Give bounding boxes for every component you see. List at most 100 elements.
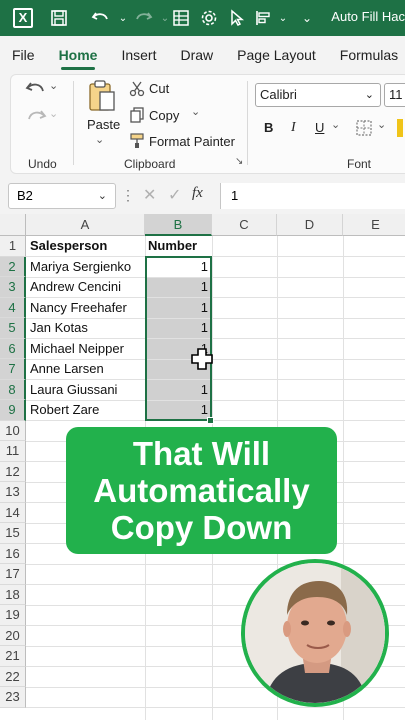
paste-icon[interactable] bbox=[87, 79, 117, 118]
row-header[interactable]: 6 bbox=[0, 338, 26, 359]
ribbon-redo-icon[interactable] bbox=[25, 107, 47, 132]
cell-b1[interactable]: Number bbox=[148, 236, 210, 257]
row-header[interactable]: 12 bbox=[0, 461, 26, 482]
fill-handle[interactable] bbox=[207, 417, 214, 424]
ribbon-redo-dropdown-icon[interactable]: ⌄ bbox=[49, 107, 58, 120]
row-header[interactable]: 21 bbox=[0, 646, 26, 667]
row-header[interactable]: 20 bbox=[0, 625, 26, 646]
tab-draw[interactable]: Draw bbox=[168, 36, 225, 74]
tab-insert[interactable]: Insert bbox=[109, 36, 168, 74]
ribbon-separator bbox=[247, 81, 248, 165]
cell-a9[interactable]: Robert Zare bbox=[30, 400, 143, 421]
row-header[interactable]: 11 bbox=[0, 441, 26, 462]
select-all-corner[interactable] bbox=[0, 214, 26, 236]
font-name-dropdown-icon[interactable]: ⌄ bbox=[365, 84, 374, 106]
more-options-icon[interactable]: ⋮ bbox=[121, 187, 135, 204]
clipboard-launcher-icon[interactable]: ↘ bbox=[235, 156, 243, 167]
bold-button[interactable]: B bbox=[264, 120, 273, 135]
font-name-value: Calibri bbox=[260, 87, 297, 102]
save-icon[interactable] bbox=[44, 3, 74, 33]
format-painter-button[interactable]: Format Painter bbox=[149, 134, 235, 149]
tab-home[interactable]: Home bbox=[47, 36, 110, 74]
presenter-avatar bbox=[241, 559, 389, 707]
row-header[interactable]: 3 bbox=[0, 277, 26, 298]
copy-dropdown-icon[interactable]: ⌄ bbox=[191, 105, 200, 118]
row-header[interactable]: 22 bbox=[0, 666, 26, 687]
cell-a5[interactable]: Jan Kotas bbox=[30, 318, 143, 339]
row-header[interactable]: 23 bbox=[0, 687, 26, 708]
insert-function-icon[interactable]: fx bbox=[192, 185, 203, 202]
fill-color-icon[interactable] bbox=[397, 119, 403, 137]
ribbon-undo-dropdown-icon[interactable]: ⌄ bbox=[49, 79, 58, 92]
borders-icon[interactable] bbox=[355, 119, 373, 142]
selection-border bbox=[145, 256, 212, 421]
formula-input[interactable]: 1 bbox=[220, 183, 405, 209]
underline-button[interactable]: U bbox=[315, 120, 324, 135]
row-header[interactable]: 2 bbox=[0, 256, 26, 277]
gear-icon[interactable] bbox=[194, 3, 224, 33]
row-header[interactable]: 16 bbox=[0, 543, 26, 564]
cell-a1[interactable]: Salesperson bbox=[30, 236, 143, 257]
borders-dropdown-icon[interactable]: ⌄ bbox=[377, 118, 386, 131]
ribbon: ⌄ ⌄ Undo Paste ⌄ Cut Copy ⌄ Format Paint… bbox=[0, 74, 405, 178]
enter-check-icon[interactable]: ✓ bbox=[168, 185, 181, 205]
customize-toolbar-icon[interactable]: ⌄ bbox=[292, 3, 322, 33]
cancel-icon[interactable]: ✕ bbox=[143, 185, 156, 205]
cell-a7[interactable]: Anne Larsen bbox=[30, 359, 143, 380]
font-name-select[interactable]: Calibri ⌄ bbox=[255, 83, 381, 107]
row-header[interactable]: 10 bbox=[0, 420, 26, 441]
row-header[interactable]: 7 bbox=[0, 359, 26, 380]
row-header[interactable]: 8 bbox=[0, 379, 26, 400]
ribbon-panel: ⌄ ⌄ Undo Paste ⌄ Cut Copy ⌄ Format Paint… bbox=[10, 74, 405, 174]
row-header[interactable]: 9 bbox=[0, 400, 26, 421]
row-header[interactable]: 19 bbox=[0, 605, 26, 626]
clipboard-group-label: Clipboard bbox=[124, 157, 176, 171]
cut-button[interactable]: Cut bbox=[149, 81, 169, 96]
name-box[interactable]: B2 ⌄ bbox=[8, 183, 116, 209]
copy-icon bbox=[129, 107, 145, 128]
tab-page-layout[interactable]: Page Layout bbox=[225, 36, 328, 74]
name-box-dropdown-icon[interactable]: ⌄ bbox=[98, 184, 107, 208]
title-bar: X ⌄ ⌄ ⌄ ⌄ Auto Fill Hac bbox=[0, 0, 405, 36]
caption-callout: That Will Automatically Copy Down bbox=[66, 427, 337, 554]
cell-a4[interactable]: Nancy Freehafer bbox=[30, 298, 143, 319]
column-header-c[interactable]: C bbox=[212, 214, 277, 236]
ribbon-tabs: File Home Insert Draw Page Layout Formul… bbox=[0, 36, 405, 74]
row-header[interactable]: 4 bbox=[0, 297, 26, 318]
form-icon[interactable] bbox=[166, 3, 196, 33]
font-group-label: Font bbox=[347, 157, 372, 171]
column-header-a[interactable]: A bbox=[26, 214, 145, 236]
row-header[interactable]: 13 bbox=[0, 482, 26, 503]
cell-a2[interactable]: Mariya Sergienko bbox=[30, 257, 143, 278]
column-header-e[interactable]: E bbox=[343, 214, 405, 236]
presenter-portrait-icon bbox=[245, 563, 385, 703]
gridline bbox=[26, 563, 405, 565]
ribbon-undo-icon[interactable] bbox=[25, 79, 47, 104]
italic-button[interactable]: I bbox=[291, 120, 296, 136]
row-header[interactable]: 18 bbox=[0, 584, 26, 605]
row-header[interactable]: 14 bbox=[0, 502, 26, 523]
font-size-value: 11 bbox=[389, 87, 403, 102]
cell-a3[interactable]: Andrew Cencini bbox=[30, 277, 143, 298]
caption-line-1: That Will bbox=[132, 435, 271, 472]
row-header[interactable]: 15 bbox=[0, 523, 26, 544]
caption-line-2: Automatically bbox=[93, 472, 310, 509]
column-header-b[interactable]: B bbox=[145, 214, 212, 236]
cell-select-cursor-icon bbox=[190, 347, 214, 371]
font-size-select[interactable]: 11 bbox=[384, 83, 405, 107]
format-painter-icon bbox=[129, 133, 145, 154]
copy-button[interactable]: Copy bbox=[149, 108, 179, 123]
paste-dropdown-icon[interactable]: ⌄ bbox=[95, 133, 104, 146]
tab-file[interactable]: File bbox=[0, 36, 47, 74]
paste-button[interactable]: Paste bbox=[87, 117, 120, 132]
underline-dropdown-icon[interactable]: ⌄ bbox=[331, 118, 340, 131]
cell-a8[interactable]: Laura Giussani bbox=[30, 380, 143, 401]
row-header[interactable]: 5 bbox=[0, 318, 26, 339]
scissors-icon bbox=[129, 81, 145, 102]
column-header-d[interactable]: D bbox=[277, 214, 343, 236]
row-header[interactable]: 1 bbox=[0, 236, 26, 257]
gridline bbox=[26, 707, 405, 708]
row-header[interactable]: 17 bbox=[0, 564, 26, 585]
cell-a6[interactable]: Michael Neipper bbox=[30, 339, 143, 360]
tab-formulas[interactable]: Formulas bbox=[328, 36, 405, 74]
